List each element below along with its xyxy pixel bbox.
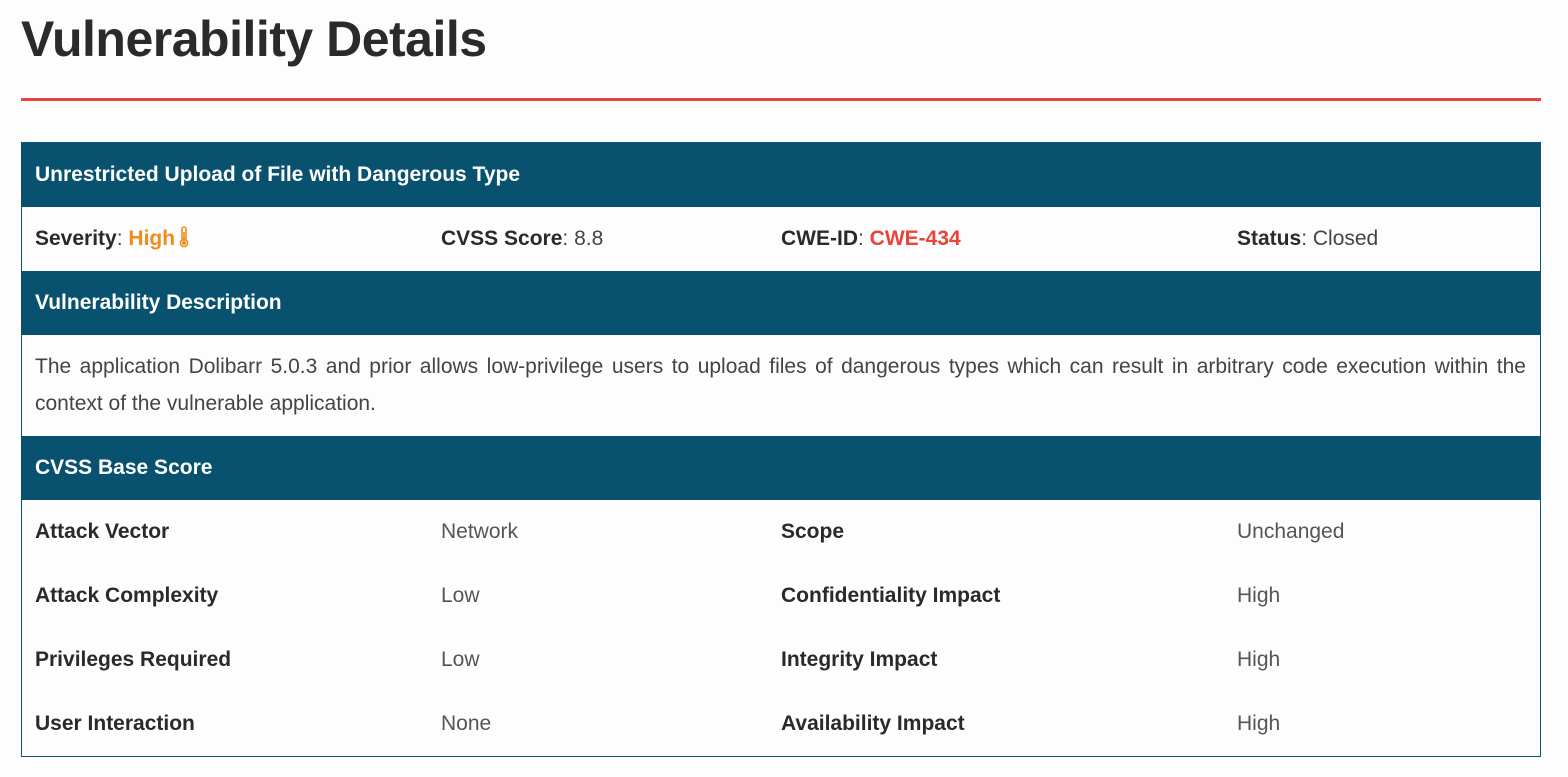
description-text: The application Dolibarr 5.0.3 and prior… bbox=[35, 355, 1526, 415]
cvss-base-header: CVSS Base Score bbox=[22, 436, 1540, 500]
severity-value: High bbox=[128, 227, 176, 250]
metric-value: Low bbox=[441, 584, 480, 607]
severity-cell: Severity: High bbox=[35, 207, 190, 271]
metric-label: Availability Impact bbox=[781, 712, 965, 735]
cvss-score-value: 8.8 bbox=[574, 227, 604, 250]
metric-row: User Interaction None Availability Impac… bbox=[22, 692, 1540, 756]
cvss-score-label: CVSS Score bbox=[441, 227, 563, 250]
severity-label: Severity bbox=[35, 227, 117, 250]
metric-value: High bbox=[1237, 584, 1281, 607]
metric-value: High bbox=[1237, 712, 1281, 735]
description-heading: Vulnerability Description bbox=[35, 291, 282, 314]
metric-row: Attack Complexity Low Confidentiality Im… bbox=[22, 564, 1540, 628]
metric-row: Attack Vector Network Scope Unchanged bbox=[22, 500, 1540, 564]
cwe-separator: : bbox=[858, 227, 870, 250]
cwe-id-cell: CWE-ID: CWE-434 bbox=[781, 207, 961, 271]
severity-separator: : bbox=[116, 227, 129, 250]
page: Vulnerability Details Unrestricted Uploa… bbox=[0, 0, 1568, 777]
metric-label: Integrity Impact bbox=[781, 648, 938, 671]
metric-label: Privileges Required bbox=[35, 648, 232, 671]
metric-label: Attack Vector bbox=[35, 520, 170, 543]
metric-value: High bbox=[1237, 648, 1281, 671]
status-value: Closed bbox=[1312, 227, 1379, 250]
description-header: Vulnerability Description bbox=[22, 271, 1540, 335]
metric-label: Scope bbox=[781, 520, 845, 543]
status-separator: : bbox=[1301, 227, 1313, 250]
vulnerability-name: Unrestricted Upload of File with Dangero… bbox=[35, 163, 520, 186]
status-label: Status bbox=[1237, 227, 1302, 250]
cvss-separator: : bbox=[562, 227, 575, 250]
summary-row: Severity: High CVSS Score: 8.8 CWE-ID: C… bbox=[22, 207, 1540, 271]
metric-value: Unchanged bbox=[1237, 520, 1345, 543]
metric-label: Confidentiality Impact bbox=[781, 584, 1001, 607]
cvss-base-heading: CVSS Base Score bbox=[35, 456, 213, 479]
metric-label: Attack Complexity bbox=[35, 584, 219, 607]
title-divider bbox=[21, 98, 1541, 101]
page-title: Vulnerability Details bbox=[21, 11, 487, 67]
metric-value: Low bbox=[441, 648, 480, 671]
metric-label: User Interaction bbox=[35, 712, 195, 735]
status-cell: Status: Closed bbox=[1237, 207, 1378, 271]
cwe-id-label: CWE-ID bbox=[781, 227, 858, 250]
metric-value: None bbox=[441, 712, 492, 735]
vulnerability-name-header: Unrestricted Upload of File with Dangero… bbox=[22, 143, 1540, 207]
vulnerability-card: Unrestricted Upload of File with Dangero… bbox=[21, 142, 1541, 757]
metric-row: Privileges Required Low Integrity Impact… bbox=[22, 628, 1540, 692]
cwe-id-link[interactable]: CWE-434 bbox=[870, 227, 961, 250]
metric-value: Network bbox=[441, 520, 519, 543]
cvss-score-cell: CVSS Score: 8.8 bbox=[441, 207, 603, 271]
thermometer-icon bbox=[178, 210, 190, 274]
